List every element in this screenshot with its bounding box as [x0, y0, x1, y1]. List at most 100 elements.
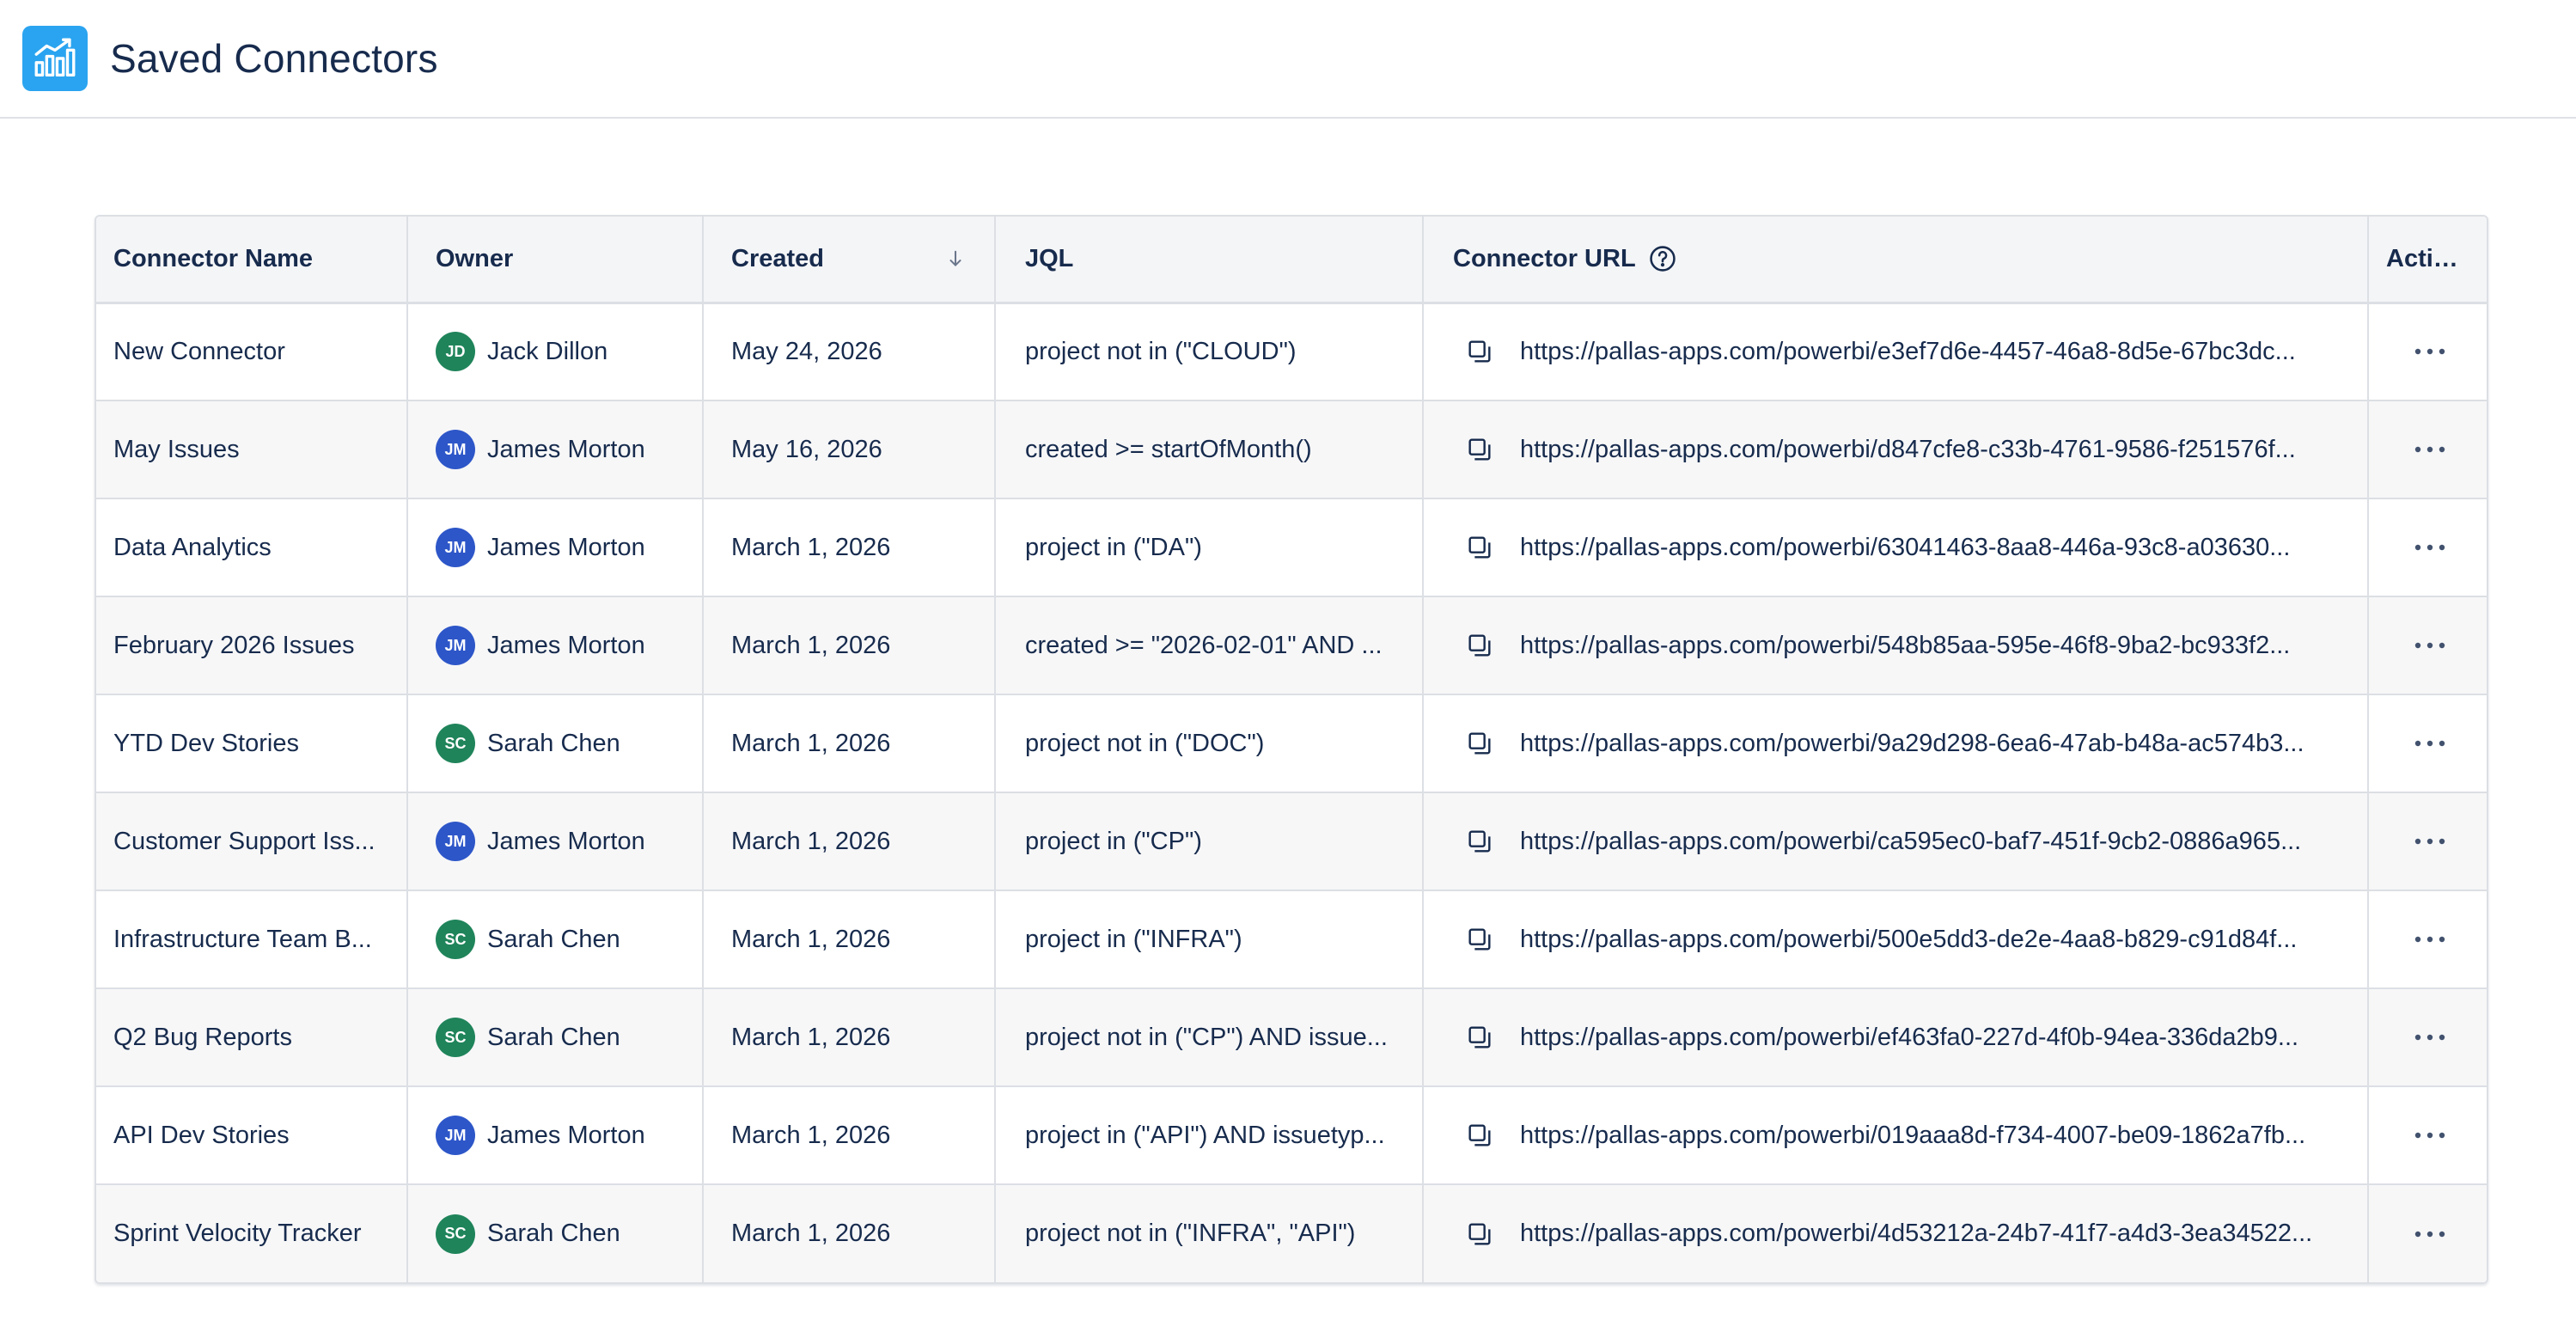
- table-row[interactable]: New Connector JD Jack Dillon May 24, 202…: [96, 303, 2487, 400]
- copy-icon[interactable]: [1465, 533, 1494, 562]
- connector-name: API Dev Stories: [113, 1121, 290, 1149]
- copy-icon[interactable]: [1465, 1121, 1494, 1150]
- column-header-owner[interactable]: Owner: [407, 217, 704, 303]
- connector-url[interactable]: https://pallas-apps.com/powerbi/548b85aa…: [1520, 632, 2290, 660]
- connector-url-cell: https://pallas-apps.com/powerbi/4d53212a…: [1423, 1184, 2369, 1282]
- table-row[interactable]: YTD Dev Stories SC Sarah Chen March 1, 2…: [96, 694, 2487, 792]
- connector-name-cell[interactable]: Data Analytics: [96, 498, 408, 596]
- owner-name: James Morton: [487, 435, 645, 463]
- jql-cell: project in ("DA"): [995, 498, 1424, 596]
- avatar: SC: [436, 724, 475, 763]
- copy-icon[interactable]: [1465, 1220, 1494, 1249]
- connector-url[interactable]: https://pallas-apps.com/powerbi/e3ef7d6e…: [1520, 338, 2296, 366]
- table-row[interactable]: Data Analytics JM James Morton March 1, …: [96, 498, 2487, 596]
- copy-icon[interactable]: [1465, 337, 1494, 366]
- connector-url[interactable]: https://pallas-apps.com/powerbi/500e5dd3…: [1520, 926, 2297, 954]
- connector-url[interactable]: https://pallas-apps.com/powerbi/4d53212a…: [1520, 1220, 2312, 1248]
- owner-cell: JM James Morton: [407, 400, 704, 498]
- jql-cell: project not in ("DOC"): [995, 694, 1424, 792]
- table-row[interactable]: February 2026 Issues JM James Morton Mar…: [96, 596, 2487, 694]
- copy-icon[interactable]: [1465, 925, 1494, 954]
- connector-name-cell[interactable]: YTD Dev Stories: [96, 694, 408, 792]
- column-header-connector-name[interactable]: Connector Name: [96, 217, 408, 303]
- created-date: March 1, 2026: [731, 1023, 891, 1051]
- more-actions-icon[interactable]: [2376, 824, 2483, 859]
- table-row[interactable]: Customer Support Iss... JM James Morton …: [96, 792, 2487, 890]
- jql-cell: project in ("INFRA"): [995, 890, 1424, 988]
- column-header-created[interactable]: Created: [703, 217, 996, 303]
- connector-url[interactable]: https://pallas-apps.com/powerbi/ca595ec0…: [1520, 828, 2301, 856]
- jql-query: project not in ("CLOUD"): [1025, 337, 1297, 365]
- created-cell: May 16, 2026: [703, 400, 996, 498]
- connector-url-cell: https://pallas-apps.com/powerbi/019aaa8d…: [1423, 1086, 2369, 1184]
- connector-name: February 2026 Issues: [113, 631, 355, 659]
- connector-url[interactable]: https://pallas-apps.com/powerbi/63041463…: [1520, 534, 2290, 562]
- connector-name-cell[interactable]: Sprint Velocity Tracker: [96, 1184, 408, 1282]
- table-row[interactable]: API Dev Stories JM James Morton March 1,…: [96, 1086, 2487, 1184]
- jql-query: project not in ("CP") AND issue...: [1025, 1023, 1388, 1051]
- connector-name: May Issues: [113, 435, 240, 463]
- jql-cell: project in ("CP"): [995, 792, 1424, 890]
- avatar: JM: [436, 430, 475, 469]
- owner-name: James Morton: [487, 1121, 645, 1149]
- jql-query: project in ("INFRA"): [1025, 925, 1242, 953]
- copy-icon[interactable]: [1465, 631, 1494, 660]
- connector-url[interactable]: https://pallas-apps.com/powerbi/d847cfe8…: [1520, 436, 2296, 464]
- sort-descending-icon[interactable]: [946, 249, 965, 268]
- created-date: March 1, 2026: [731, 925, 891, 953]
- more-actions-icon[interactable]: [2376, 334, 2483, 369]
- copy-icon[interactable]: [1465, 1023, 1494, 1052]
- connector-name-cell[interactable]: Infrastructure Team B...: [96, 890, 408, 988]
- owner-name: Sarah Chen: [487, 729, 620, 757]
- jql-query: project in ("DA"): [1025, 533, 1202, 561]
- connector-name-cell[interactable]: February 2026 Issues: [96, 596, 408, 694]
- connector-url[interactable]: https://pallas-apps.com/powerbi/9a29d298…: [1520, 730, 2304, 758]
- connector-url[interactable]: https://pallas-apps.com/powerbi/ef463fa0…: [1520, 1024, 2298, 1052]
- table-row[interactable]: May Issues JM James Morton May 16, 2026 …: [96, 400, 2487, 498]
- connector-name-cell[interactable]: Q2 Bug Reports: [96, 988, 408, 1086]
- more-actions-icon[interactable]: [2376, 1217, 2483, 1251]
- column-header-jql[interactable]: JQL: [995, 217, 1424, 303]
- table-row[interactable]: Sprint Velocity Tracker SC Sarah Chen Ma…: [96, 1184, 2487, 1282]
- created-cell: May 24, 2026: [703, 303, 996, 400]
- jql-query: created >= "2026-02-01" AND ...: [1025, 631, 1383, 659]
- more-actions-icon[interactable]: [2376, 530, 2483, 565]
- created-cell: March 1, 2026: [703, 596, 996, 694]
- connector-name-cell[interactable]: Customer Support Iss...: [96, 792, 408, 890]
- connector-name-cell[interactable]: New Connector: [96, 303, 408, 400]
- more-actions-icon[interactable]: [2376, 1118, 2483, 1153]
- connector-name-cell[interactable]: May Issues: [96, 400, 408, 498]
- created-cell: March 1, 2026: [703, 988, 996, 1086]
- help-icon[interactable]: [1648, 244, 1677, 273]
- connector-name: Q2 Bug Reports: [113, 1023, 292, 1051]
- more-actions-icon[interactable]: [2376, 726, 2483, 761]
- copy-icon[interactable]: [1465, 729, 1494, 758]
- owner-cell: JM James Morton: [407, 1086, 704, 1184]
- created-date: May 24, 2026: [731, 337, 882, 365]
- table-row[interactable]: Infrastructure Team B... SC Sarah Chen M…: [96, 890, 2487, 988]
- copy-icon[interactable]: [1465, 435, 1494, 464]
- table-row[interactable]: Q2 Bug Reports SC Sarah Chen March 1, 20…: [96, 988, 2487, 1086]
- owner-name: Jack Dillon: [487, 337, 608, 365]
- created-date: March 1, 2026: [731, 1220, 891, 1247]
- more-actions-icon[interactable]: [2376, 628, 2483, 663]
- created-cell: March 1, 2026: [703, 1184, 996, 1282]
- actions-cell: [2368, 498, 2487, 596]
- more-actions-icon[interactable]: [2376, 1020, 2483, 1055]
- jql-query: project not in ("INFRA", "API"): [1025, 1220, 1356, 1247]
- jql-cell: project not in ("CP") AND issue...: [995, 988, 1424, 1086]
- connector-url[interactable]: https://pallas-apps.com/powerbi/019aaa8d…: [1520, 1122, 2305, 1150]
- avatar: JD: [436, 332, 475, 372]
- owner-name: James Morton: [487, 631, 645, 659]
- table-header-row: Connector Name Owner Created JQL Connect…: [96, 217, 2487, 303]
- connector-url-cell: https://pallas-apps.com/powerbi/ef463fa0…: [1423, 988, 2369, 1086]
- connector-name-cell[interactable]: API Dev Stories: [96, 1086, 408, 1184]
- owner-cell: JM James Morton: [407, 596, 704, 694]
- more-actions-icon[interactable]: [2376, 922, 2483, 957]
- owner-cell: JD Jack Dillon: [407, 303, 704, 400]
- created-cell: March 1, 2026: [703, 694, 996, 792]
- more-actions-icon[interactable]: [2376, 432, 2483, 467]
- copy-icon[interactable]: [1465, 827, 1494, 856]
- actions-cell: [2368, 596, 2487, 694]
- owner-name: Sarah Chen: [487, 1023, 620, 1051]
